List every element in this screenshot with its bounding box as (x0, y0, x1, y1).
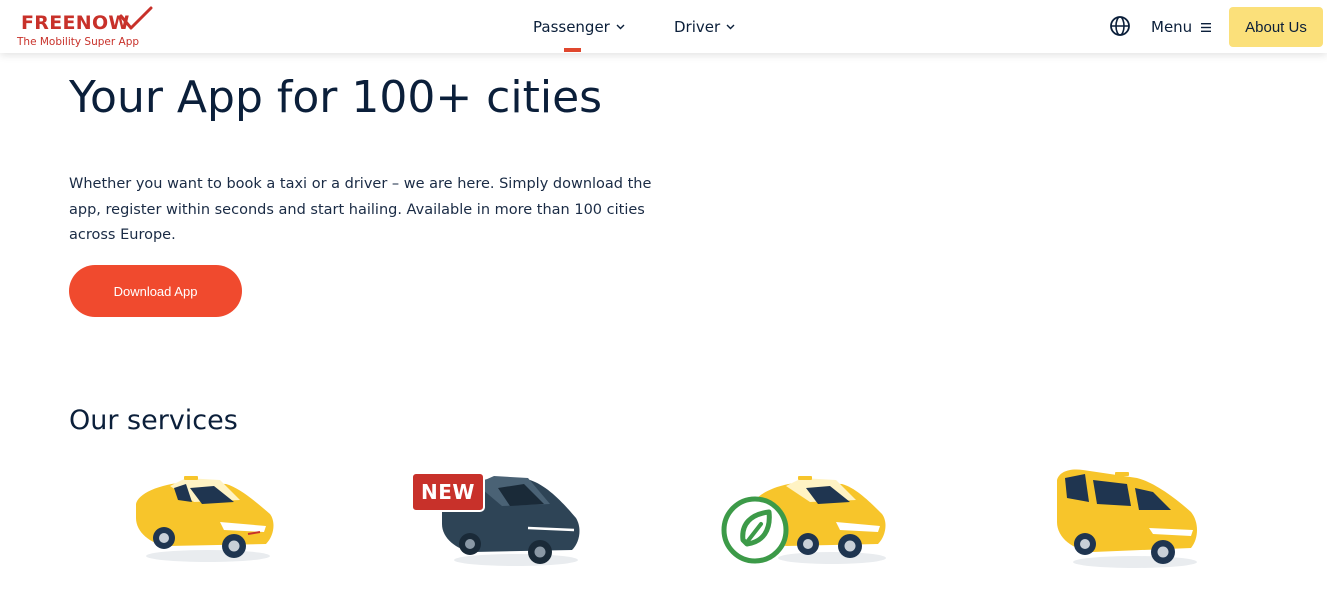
nav-driver[interactable]: Driver (674, 18, 735, 36)
hamburger-icon (1201, 22, 1212, 32)
logo-wordmark: FREENOW (21, 12, 130, 34)
menu-label: Menu (1151, 18, 1193, 36)
chevron-down-icon (616, 24, 625, 30)
hero-description: Whether you want to book a taxi or a dri… (69, 176, 652, 243)
download-app-button[interactable]: Download App (69, 265, 242, 317)
hero-title: Your App for 100+ cities (69, 72, 603, 123)
freenow-logo[interactable]: FREENOW The Mobility Super App (17, 6, 157, 50)
top-navigation: FREENOW The Mobility Super App Passenger… (0, 0, 1327, 53)
services-title: Our services (69, 405, 238, 436)
chevron-down-icon (726, 24, 735, 30)
service-taxi-van[interactable] (1053, 466, 1203, 576)
service-taxi[interactable] (128, 466, 278, 576)
about-us-button[interactable]: About Us (1229, 7, 1323, 47)
menu-button[interactable]: Menu (1151, 18, 1212, 36)
new-badge: NEW (411, 472, 485, 512)
taxi-car-illustration (136, 476, 274, 562)
globe-icon[interactable] (1109, 15, 1131, 37)
nav-driver-label: Driver (674, 18, 721, 36)
taxi-van-illustration (1057, 469, 1197, 568)
nav-passenger[interactable]: Passenger (533, 18, 625, 36)
nav-active-indicator (564, 48, 581, 52)
nav-passenger-label: Passenger (533, 18, 610, 36)
logo-check-icon (119, 6, 153, 30)
logo-tagline: The Mobility Super App (17, 36, 140, 48)
leaf-icon (721, 496, 789, 564)
